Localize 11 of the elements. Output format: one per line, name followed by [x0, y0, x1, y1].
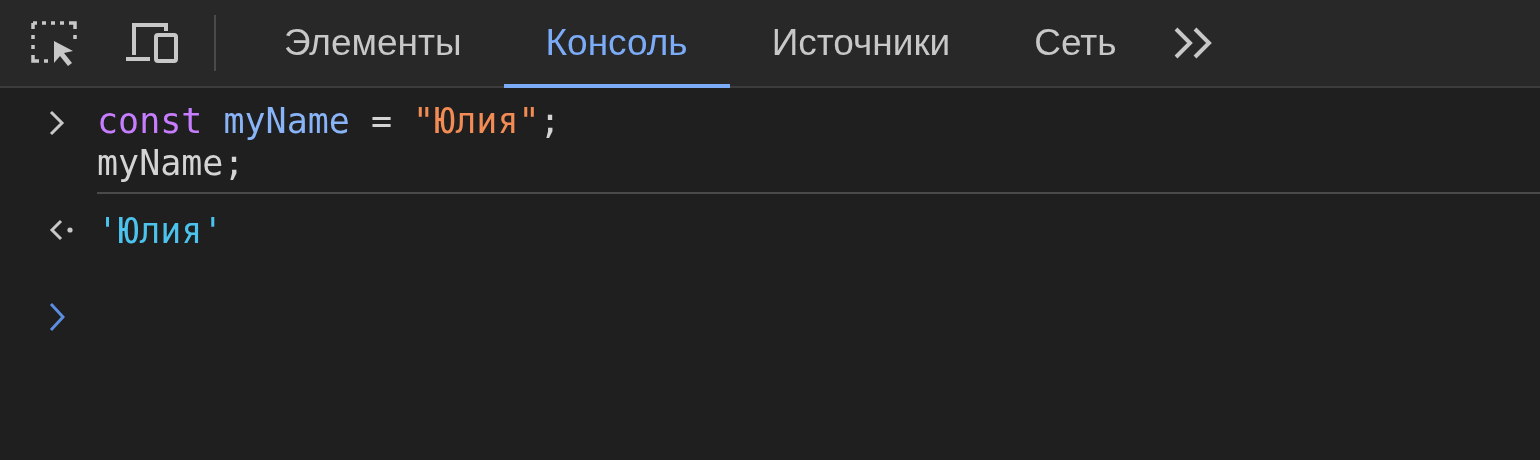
input-chevron-icon — [49, 110, 65, 136]
panel-tab[interactable]: Источники — [729, 2, 993, 88]
panel-tab[interactable]: Сеть — [992, 2, 1159, 88]
prompt-chevron-icon[interactable] — [49, 302, 65, 332]
device-icon[interactable] — [124, 21, 180, 65]
panel-tab[interactable]: Элементы — [242, 2, 504, 88]
result-value: 'Юлия' — [97, 210, 224, 252]
panel-tab[interactable]: Консоль — [503, 2, 730, 88]
code-line: myName; — [97, 142, 246, 184]
code-line: const myName = "Юлия"; — [97, 100, 562, 142]
result-arrow-icon — [49, 219, 75, 241]
